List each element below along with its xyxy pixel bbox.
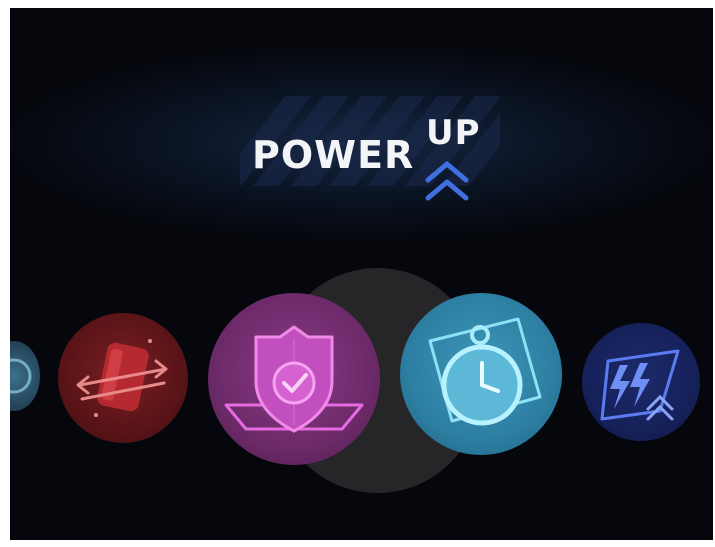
lightning-boost-icon[interactable] xyxy=(582,323,700,441)
game-screen: POWER UP xyxy=(10,8,713,540)
stopwatch-icon[interactable] xyxy=(400,293,562,455)
powerup-carousel[interactable] xyxy=(10,263,713,503)
title-power: POWER xyxy=(252,133,415,177)
title-up: UP xyxy=(426,113,481,153)
shield-check-icon[interactable] xyxy=(208,293,380,465)
jersey-swap-icon[interactable] xyxy=(58,313,188,443)
double-chevron-up-icon xyxy=(425,161,469,201)
partial-icon[interactable] xyxy=(10,341,40,411)
